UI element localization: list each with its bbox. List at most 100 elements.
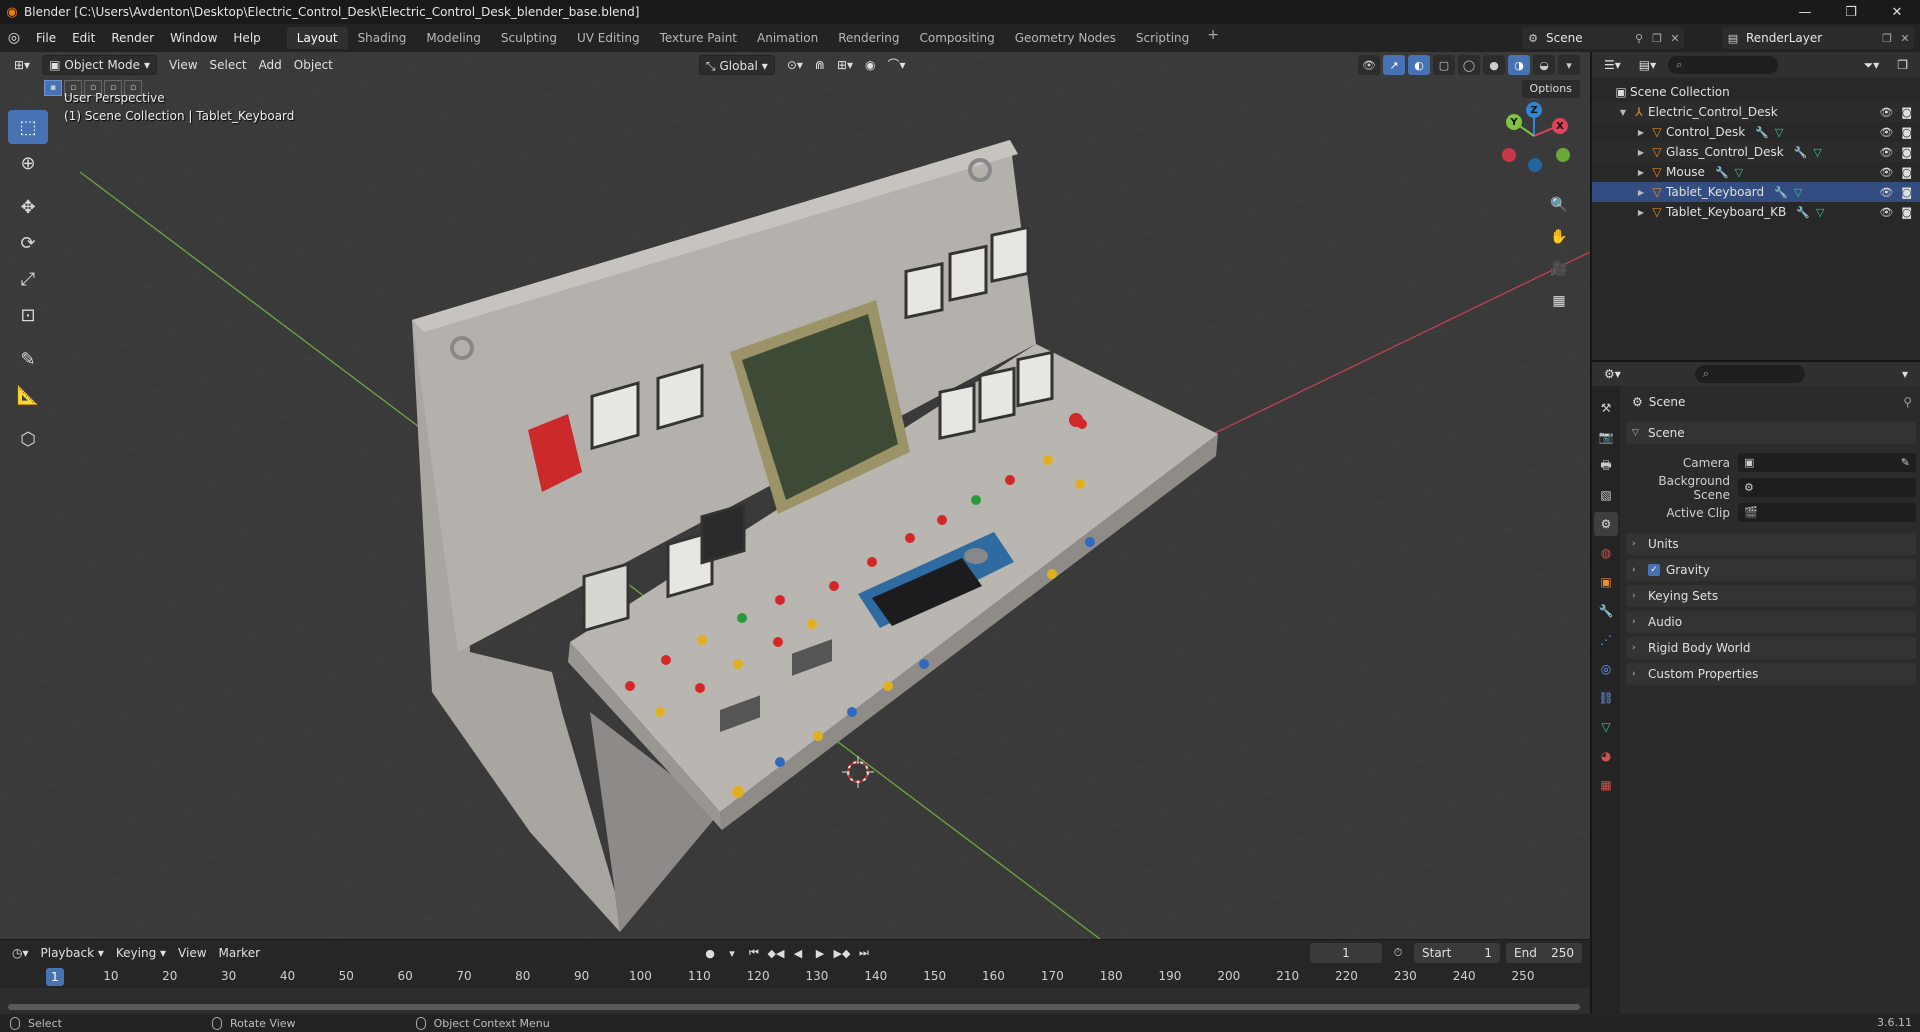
- outliner-row-object[interactable]: ▶ ▽ Control_Desk 🔧 ▽ 👁 ◙: [1592, 122, 1920, 142]
- eye-icon[interactable]: 👁: [1879, 106, 1893, 119]
- eye-icon[interactable]: 👁: [1879, 206, 1893, 219]
- snap-target-icon[interactable]: ⊞▾: [831, 55, 859, 75]
- mesh-data-icon[interactable]: ▽: [1775, 126, 1783, 139]
- data-tab-icon[interactable]: ▽: [1594, 715, 1618, 739]
- eye-icon[interactable]: 👁: [1879, 126, 1893, 139]
- new-scene-icon[interactable]: ❐: [1648, 32, 1666, 45]
- custom-properties-panel-header[interactable]: › Custom Properties: [1626, 663, 1916, 685]
- outliner-row-object[interactable]: ▶ ▽ Mouse 🔧 ▽ 👁 ◙: [1592, 162, 1920, 182]
- camera-view-icon[interactable]: 🎥: [1546, 256, 1572, 282]
- timeline-editor-type-icon[interactable]: ◷▾: [6, 943, 35, 963]
- menu-select[interactable]: Select: [204, 55, 253, 75]
- annotate-tool-icon[interactable]: ✎: [8, 342, 48, 376]
- tab-layout[interactable]: Layout: [286, 27, 348, 49]
- gizmo-neg-z[interactable]: [1528, 158, 1542, 172]
- overlay-toggle-icon[interactable]: ◐: [1408, 55, 1430, 75]
- rendered-shading-icon[interactable]: ◒: [1533, 55, 1555, 75]
- add-workspace-button[interactable]: +: [1199, 27, 1227, 49]
- outliner-row-object-active[interactable]: ▶ ▽ Tablet_Keyboard 🔧 ▽ 👁 ◙: [1592, 182, 1920, 202]
- outliner-search-input[interactable]: ⌕: [1668, 56, 1779, 74]
- disclosure-closed-icon[interactable]: ▶: [1634, 208, 1648, 217]
- falloff-icon[interactable]: ⌒▾: [882, 55, 912, 75]
- menu-object[interactable]: Object: [288, 55, 339, 75]
- view-layer-tab-icon[interactable]: ▧: [1594, 483, 1618, 507]
- scene-panel-header[interactable]: ▽ Scene: [1626, 422, 1916, 444]
- pan-hand-icon[interactable]: ✋: [1546, 224, 1572, 250]
- gizmo-y-axis[interactable]: Y: [1506, 114, 1522, 130]
- 3d-viewport[interactable]: ⊞▾ ▣ Object Mode ▾ View Select Add Objec…: [0, 52, 1590, 939]
- gizmo-x-axis[interactable]: X: [1552, 118, 1568, 134]
- measure-tool-icon[interactable]: 📐: [8, 378, 48, 412]
- material-shading-icon[interactable]: ◑: [1508, 55, 1530, 75]
- play-reverse-icon[interactable]: ◀: [788, 943, 808, 963]
- camera-icon[interactable]: ◙: [1901, 146, 1912, 159]
- tab-shading[interactable]: Shading: [348, 27, 417, 49]
- camera-icon[interactable]: ◙: [1901, 106, 1912, 119]
- tab-uv-editing[interactable]: UV Editing: [567, 27, 650, 49]
- filter-icon[interactable]: ⏷▾: [1858, 55, 1886, 75]
- blender-menu-icon[interactable]: ◎: [0, 30, 28, 46]
- select-box-tool-icon[interactable]: ⬚: [8, 110, 48, 144]
- gizmo-toggle-icon[interactable]: ↗: [1383, 55, 1405, 75]
- outliner-row-object[interactable]: ▶ ▽ Tablet_Keyboard_KB 🔧 ▽ 👁 ◙: [1592, 202, 1920, 222]
- properties-search-input[interactable]: ⌕: [1694, 365, 1805, 383]
- tab-scripting[interactable]: Scripting: [1126, 27, 1199, 49]
- mesh-data-icon[interactable]: ▽: [1794, 186, 1802, 199]
- physics-tab-icon[interactable]: ◎: [1594, 657, 1618, 681]
- prev-keyframe-icon[interactable]: ◆◀: [766, 943, 786, 963]
- keying-sets-panel-header[interactable]: › Keying Sets: [1626, 585, 1916, 607]
- mesh-data-icon[interactable]: ▽: [1735, 166, 1743, 179]
- perspective-toggle-icon[interactable]: ▦: [1546, 288, 1572, 314]
- camera-icon[interactable]: ◙: [1901, 166, 1912, 179]
- tool-settings-tab-icon[interactable]: ⚒: [1594, 396, 1618, 420]
- units-panel-header[interactable]: › Units: [1626, 533, 1916, 555]
- move-tool-icon[interactable]: ✥: [8, 190, 48, 224]
- object-tab-icon[interactable]: ▣: [1594, 570, 1618, 594]
- eye-icon[interactable]: 👁: [1879, 186, 1893, 199]
- display-mode-icon[interactable]: ▤▾: [1633, 55, 1662, 75]
- playhead-frame-indicator[interactable]: 1: [46, 968, 64, 986]
- outliner-row-object[interactable]: ▶ ▽ Glass_Control_Desk 🔧 ▽ 👁 ◙: [1592, 142, 1920, 162]
- pin-icon[interactable]: ⚲: [1903, 395, 1912, 409]
- view-layer-selector[interactable]: ▤ RenderLayer ❐ ✕: [1722, 27, 1914, 49]
- timeline-scrollbar[interactable]: [8, 1004, 1580, 1010]
- object-mode-dropdown[interactable]: ▣ Object Mode ▾: [42, 55, 158, 75]
- menu-file[interactable]: File: [28, 27, 64, 49]
- delete-scene-icon[interactable]: ✕: [1666, 32, 1684, 45]
- navigation-gizmo[interactable]: Z X Y: [1494, 92, 1574, 172]
- disclosure-closed-icon[interactable]: ▶: [1634, 128, 1648, 137]
- gizmo-neg-x[interactable]: [1502, 148, 1516, 162]
- close-button[interactable]: ✕: [1874, 0, 1920, 24]
- proportional-edit-icon[interactable]: ◉: [859, 55, 881, 75]
- wireframe-shading-icon[interactable]: ◯: [1458, 55, 1480, 75]
- modifier-icon[interactable]: 🔧: [1794, 146, 1808, 159]
- new-layer-icon[interactable]: ❐: [1878, 32, 1896, 45]
- camera-field[interactable]: ▣ ✎: [1738, 453, 1916, 472]
- world-tab-icon[interactable]: ◍: [1594, 541, 1618, 565]
- transform-tool-icon[interactable]: ⊡: [8, 298, 48, 332]
- visibility-icon[interactable]: 👁: [1358, 55, 1380, 75]
- modifier-icon[interactable]: 🔧: [1796, 206, 1810, 219]
- disclosure-closed-icon[interactable]: ▶: [1634, 148, 1648, 157]
- zoom-icon[interactable]: 🔍: [1546, 192, 1572, 218]
- outliner-row-collection[interactable]: ▼ ⅄ Electric_Control_Desk 👁 ◙: [1592, 102, 1920, 122]
- play-icon[interactable]: ▶: [810, 943, 830, 963]
- tab-sculpting[interactable]: Sculpting: [491, 27, 567, 49]
- delete-layer-icon[interactable]: ✕: [1896, 32, 1914, 45]
- modifier-tab-icon[interactable]: 🔧: [1594, 599, 1618, 623]
- timeline-ruler[interactable]: 10 20 30 40 50 60 70 80 90 100 110 120 130 140 150 160 1…: [0, 966, 1590, 1018]
- scene-selector[interactable]: ⚙ Scene ⚲ ❐ ✕: [1522, 27, 1684, 49]
- modifier-icon[interactable]: 🔧: [1715, 166, 1729, 179]
- next-keyframe-icon[interactable]: ▶◆: [832, 943, 852, 963]
- gizmo-neg-y[interactable]: [1556, 148, 1570, 162]
- record-options-icon[interactable]: ▾: [722, 943, 742, 963]
- transform-orientation-dropdown[interactable]: ⤡ Global ▾: [698, 55, 775, 75]
- pivot-point-icon[interactable]: ⊙▾: [781, 55, 809, 75]
- add-cube-tool-icon[interactable]: ⬡: [8, 422, 48, 456]
- gizmo-z-axis[interactable]: Z: [1526, 102, 1542, 118]
- gravity-panel-header[interactable]: › ✓ Gravity: [1626, 559, 1916, 581]
- tab-geometry-nodes[interactable]: Geometry Nodes: [1005, 27, 1126, 49]
- modifier-icon[interactable]: 🔧: [1755, 126, 1769, 139]
- active-clip-field[interactable]: 🎬: [1738, 503, 1916, 522]
- end-frame-field[interactable]: End 250: [1506, 943, 1582, 963]
